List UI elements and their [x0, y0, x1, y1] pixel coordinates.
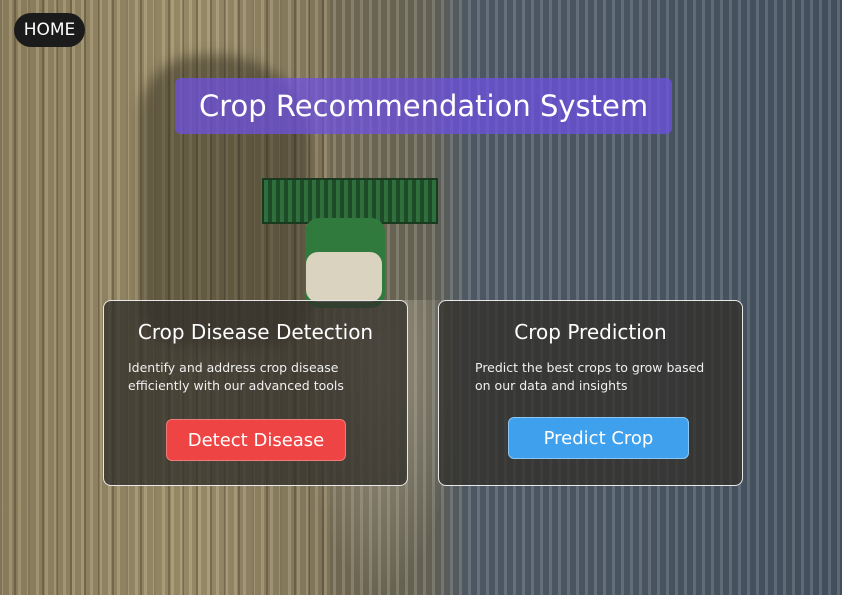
card-description: Predict the best crops to grow based on …: [475, 360, 705, 393]
page-title-banner: Crop Recommendation System: [175, 78, 672, 134]
card-description: Identify and address crop disease effici…: [128, 360, 344, 393]
crop-prediction-card: Crop Prediction Predict the best crops t…: [438, 300, 743, 486]
harvester-hopper: [306, 252, 382, 302]
predict-crop-button[interactable]: Predict Crop: [508, 417, 689, 459]
detect-disease-button[interactable]: Detect Disease: [166, 419, 346, 461]
home-button[interactable]: HOME: [14, 13, 85, 47]
card-title: Crop Prediction: [514, 320, 667, 344]
page-title: Crop Recommendation System: [199, 89, 649, 123]
card-title: Crop Disease Detection: [137, 320, 374, 344]
disease-detection-card: Crop Disease Detection Identify and addr…: [103, 300, 408, 486]
